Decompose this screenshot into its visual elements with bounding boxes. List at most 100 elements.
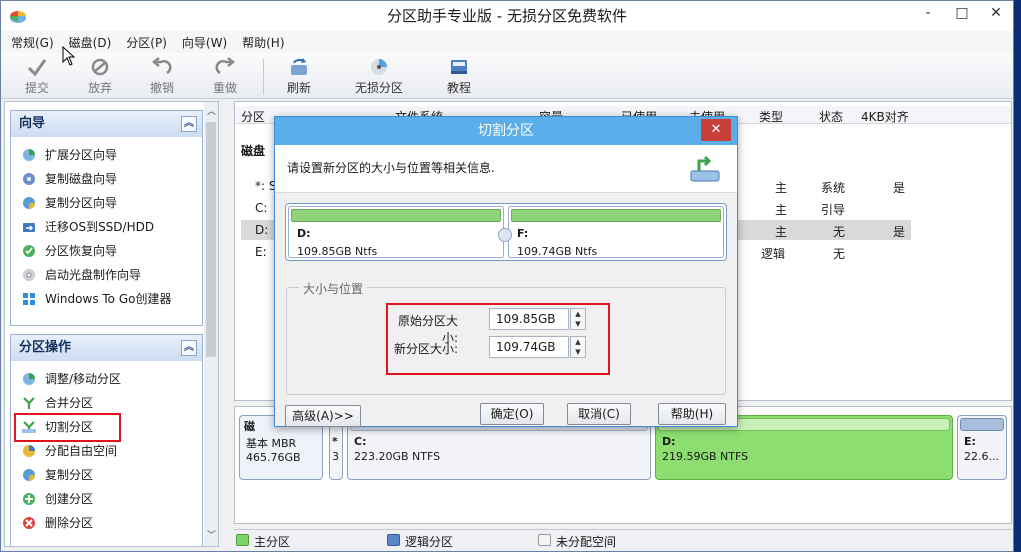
left-sidebar: 向导 ︽ 扩展分区向导 复制磁盘向导 复制分区向导 迁移OS到SSD/HDD 分…: [4, 101, 219, 547]
advanced-button[interactable]: 高级(A)>>: [285, 405, 361, 427]
refresh-icon: [291, 58, 307, 75]
collapse-ops-icon[interactable]: ︽: [181, 340, 197, 356]
right-partition-label: F:: [517, 227, 529, 240]
partition-c-size: 223.20GB NTFS: [354, 450, 441, 463]
help-button[interactable]: 帮助(H): [658, 403, 726, 425]
ops-panel-title: 分区操作: [19, 340, 72, 355]
legend-unallocated: 未分配空间: [556, 535, 617, 549]
sidebar-scroll-thumb[interactable]: [206, 122, 216, 357]
ok-button[interactable]: 确定(O): [480, 403, 544, 425]
op-item-resize[interactable]: 调整/移动分区: [11, 367, 202, 391]
partition-e-block[interactable]: E: 22.6...: [957, 415, 1007, 480]
scroll-down-icon[interactable]: ﹀: [207, 528, 216, 541]
dialog-title: 切割分区: [478, 123, 534, 139]
wizard-item-copy-disk[interactable]: 复制磁盘向导: [11, 167, 202, 191]
resize-partition-icon: [23, 373, 35, 385]
legend-logical-swatch: [387, 534, 400, 546]
partition-e-size: 22.6...: [964, 450, 999, 463]
refresh-button[interactable]: 刷新: [269, 57, 329, 96]
redo-button[interactable]: 重做: [195, 57, 255, 96]
toolbar: 提交 放弃 撤销 重做 刷新 无损分区 教程: [1, 53, 1013, 99]
legend-primary: 主分区: [254, 535, 291, 549]
menu-bar: 常规(G) 磁盘(D) 分区(P) 向导(W) 帮助(H): [1, 31, 1013, 53]
cancel-button[interactable]: 取消(C): [567, 403, 631, 425]
wizard-panel-title: 向导: [19, 116, 46, 131]
wizard-item-copy-partition[interactable]: 复制分区向导: [11, 191, 202, 215]
dialog-title-bar: 切割分区 ✕: [275, 117, 737, 145]
dialog-banner: 请设置新分区的大小与位置等相关信息.: [275, 145, 737, 193]
split-slider-handle[interactable]: [498, 228, 512, 242]
wizard-panel-header: 向导 ︽: [11, 111, 202, 137]
undo-icon: [151, 57, 172, 75]
minimize-button[interactable]: -: [911, 1, 945, 27]
menu-wizard[interactable]: 向导(W): [178, 31, 238, 53]
partition-d-size: 219.59GB NTFS: [662, 450, 749, 463]
op-item-delete[interactable]: 删除分区: [11, 511, 202, 535]
window-title: 分区助手专业版 - 无损分区免费软件: [387, 7, 627, 25]
discard-button[interactable]: 放弃: [70, 57, 130, 96]
wizard-panel: 向导 ︽ 扩展分区向导 复制磁盘向导 复制分区向导 迁移OS到SSD/HDD 分…: [10, 110, 203, 326]
split-partition-dialog: 切割分区 ✕ 请设置新分区的大小与位置等相关信息. D: 109.85GB Nt…: [274, 116, 738, 427]
migrate-os-icon: [23, 223, 35, 232]
op-item-allocate[interactable]: 分配自由空间: [11, 439, 202, 463]
window-controls: - □ ✕: [911, 1, 1013, 27]
mouse-cursor-icon: [62, 46, 76, 66]
commit-button[interactable]: 提交: [7, 57, 67, 96]
close-button[interactable]: ✕: [979, 1, 1013, 27]
windows-logo-icon: [23, 293, 35, 305]
col-4k-align[interactable]: 4KB对齐: [861, 108, 909, 125]
menu-partition[interactable]: 分区(P): [122, 31, 178, 53]
wizard-item-recover[interactable]: 分区恢复向导: [11, 239, 202, 263]
copy-disk-icon: [23, 173, 35, 185]
right-partition-preview[interactable]: F: 109.74GB Ntfs: [508, 206, 724, 258]
menu-help[interactable]: 帮助(H): [238, 31, 295, 53]
left-partition-preview[interactable]: D: 109.85GB Ntfs: [288, 206, 504, 258]
partition-c-label: C:: [354, 435, 367, 448]
left-partition-label: D:: [297, 227, 311, 240]
split-partition-highlight: [14, 413, 121, 442]
maximize-button[interactable]: □: [945, 1, 979, 27]
undo-button[interactable]: 撤销: [132, 57, 192, 96]
disk-tab[interactable]: 磁盘: [241, 142, 265, 159]
wizard-item-windows-to-go[interactable]: Windows To Go创建器: [11, 287, 202, 311]
col-status[interactable]: 状态: [819, 108, 843, 125]
discard-icon: [91, 58, 109, 76]
lossless-partition-button[interactable]: 无损分区: [343, 57, 415, 96]
size-fields-highlight: [386, 303, 610, 375]
legend-primary-swatch: [236, 534, 249, 546]
partition-e-label: E:: [964, 435, 976, 448]
scroll-up-icon[interactable]: ︿: [207, 104, 216, 117]
col-type[interactable]: 类型: [759, 108, 783, 125]
menu-general[interactable]: 常规(G): [7, 31, 65, 53]
allocate-space-icon: [23, 445, 35, 457]
op-item-copy[interactable]: 复制分区: [11, 463, 202, 487]
sidebar-scrollbar[interactable]: ︿ ﹀: [204, 102, 218, 546]
extend-partition-icon: [23, 149, 35, 161]
right-partition-size: 109.74GB Ntfs: [517, 245, 598, 258]
collapse-wizard-icon[interactable]: ︽: [181, 116, 197, 132]
partition-preview: D: 109.85GB Ntfs F: 109.74GB Ntfs: [285, 203, 727, 261]
legend-logical: 逻辑分区: [405, 535, 454, 549]
tutorial-button[interactable]: 教程: [429, 57, 489, 96]
copy-partition-icon: [23, 197, 35, 209]
disk-size: 465.76GB: [246, 451, 301, 464]
left-partition-size: 109.85GB Ntfs: [297, 245, 378, 258]
disk-type: 基本 MBR: [246, 437, 297, 450]
col-partition[interactable]: 分区: [241, 108, 265, 125]
legend-bar: 主分区 逻辑分区 未分配空间: [234, 529, 1012, 549]
op-item-create[interactable]: 创建分区: [11, 487, 202, 511]
wizard-item-migrate-os[interactable]: 迁移OS到SSD/HDD: [11, 215, 202, 239]
op-item-merge[interactable]: 合并分区: [11, 391, 202, 415]
desktop-edge: [1014, 0, 1021, 552]
copy-icon: [23, 469, 35, 481]
wizard-item-boot-cd[interactable]: 启动光盘制作向导: [11, 263, 202, 287]
wizard-item-extend[interactable]: 扩展分区向导: [11, 143, 202, 167]
create-partition-icon: [23, 493, 35, 505]
redo-icon: [215, 57, 236, 75]
partition-recovery-icon: [23, 245, 35, 257]
size-position-title: 大小与位置: [299, 280, 368, 297]
partition-d-label: D:: [662, 435, 676, 448]
dialog-close-button[interactable]: ✕: [701, 119, 731, 141]
system-partition-mark: *: [332, 435, 338, 448]
system-partition-number: 3: [332, 450, 339, 463]
